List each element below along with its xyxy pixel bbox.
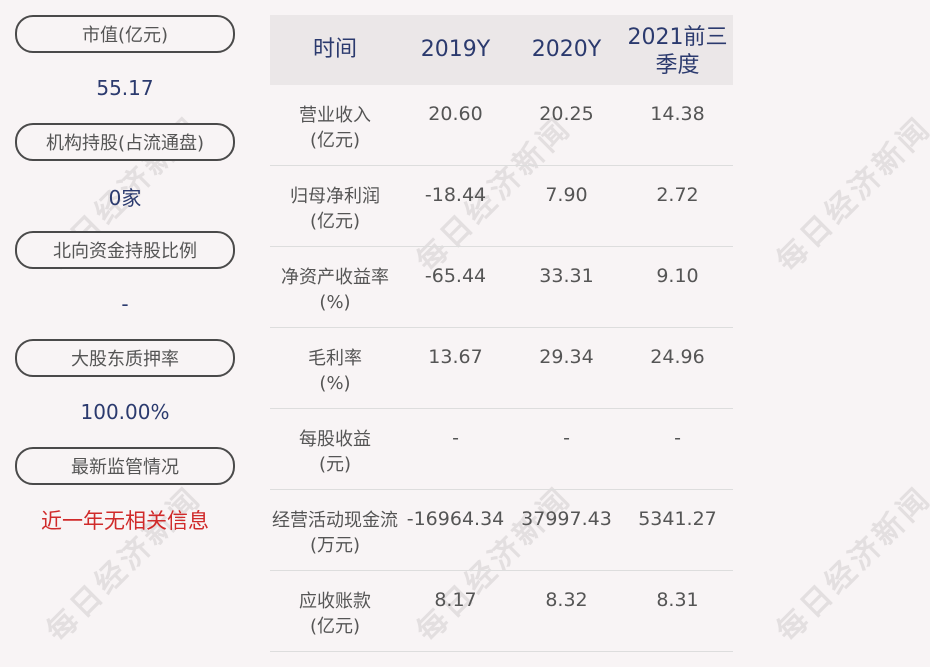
table-row: 归母净利润 (亿元) -18.44 7.90 2.72 [270, 166, 733, 247]
header-2021q3: 2021前三季度 [627, 25, 728, 78]
pledge-ratio-label: 大股东质押率 [15, 339, 235, 377]
watermark: 每日经济新闻 [769, 109, 930, 279]
table-cell: 2.72 [656, 184, 699, 206]
table-row: 毛利率 (%) 13.67 29.34 24.96 [270, 328, 733, 409]
financial-table: 时间 2019Y 2020Y 2021前三季度 营业收入 (亿元) 20.60 2… [270, 15, 733, 652]
table-header: 时间 2019Y 2020Y 2021前三季度 [270, 15, 733, 85]
table-cell: -16964.34 [406, 508, 505, 530]
table-cell: 14.38 [650, 103, 705, 125]
row-label: 净资产收益率 (%) [281, 267, 389, 313]
table-cell: 20.60 [428, 103, 483, 125]
table-cell: 20.25 [539, 103, 594, 125]
table-cell: 9.10 [656, 265, 699, 287]
table-cell: 5341.27 [638, 508, 717, 530]
table-cell: -65.44 [424, 265, 487, 287]
table-cell: 13.67 [428, 346, 483, 368]
row-label: 应收账款 (亿元) [299, 591, 371, 637]
table-row: 每股收益 (元) - - - [270, 409, 733, 490]
table-cell: 7.90 [545, 184, 588, 206]
table-row: 应收账款 (亿元) 8.17 8.32 8.31 [270, 571, 733, 652]
table-cell: - [674, 427, 681, 449]
watermark: 每日经济新闻 [769, 479, 930, 649]
header-2019: 2019Y [420, 37, 491, 62]
table-cell: - [452, 427, 459, 449]
row-label: 每股收益 (元) [299, 429, 371, 475]
header-time: 时间 [312, 37, 357, 62]
regulation-value: 近一年无相关信息 [41, 509, 209, 533]
northbound-ratio-value: - [121, 292, 129, 316]
row-label: 归母净利润 (亿元) [290, 186, 380, 232]
table-cell: 8.17 [434, 589, 477, 611]
market-cap-label: 市值(亿元) [15, 15, 235, 53]
regulation-label: 最新监管情况 [15, 447, 235, 485]
header-2020: 2020Y [531, 37, 602, 62]
table-cell: 37997.43 [521, 508, 612, 530]
table-row: 营业收入 (亿元) 20.60 20.25 14.38 [270, 85, 733, 166]
left-panel: 市值(亿元) 55.17 机构持股(占流通盘) 0家 北向资金持股比例 - 大股… [15, 15, 235, 555]
table-cell: 29.34 [539, 346, 594, 368]
table-cell: -18.44 [424, 184, 487, 206]
institution-holding-value: 0家 [108, 185, 142, 210]
table-cell: 8.32 [545, 589, 588, 611]
market-cap-value: 55.17 [96, 76, 154, 100]
table-row: 经营活动现金流 (万元) -16964.34 37997.43 5341.27 [270, 490, 733, 571]
table-cell: 8.31 [656, 589, 699, 611]
table-cell: 33.31 [539, 265, 594, 287]
table-row: 净资产收益率 (%) -65.44 33.31 9.10 [270, 247, 733, 328]
pledge-ratio-value: 100.00% [80, 400, 170, 424]
row-label: 营业收入 (亿元) [299, 105, 371, 151]
row-label: 毛利率 (%) [308, 348, 362, 394]
table-cell: - [563, 427, 570, 449]
row-label: 经营活动现金流 (万元) [272, 510, 398, 556]
table-cell: 24.96 [650, 346, 705, 368]
institution-holding-label: 机构持股(占流通盘) [15, 123, 235, 161]
northbound-ratio-label: 北向资金持股比例 [15, 231, 235, 269]
